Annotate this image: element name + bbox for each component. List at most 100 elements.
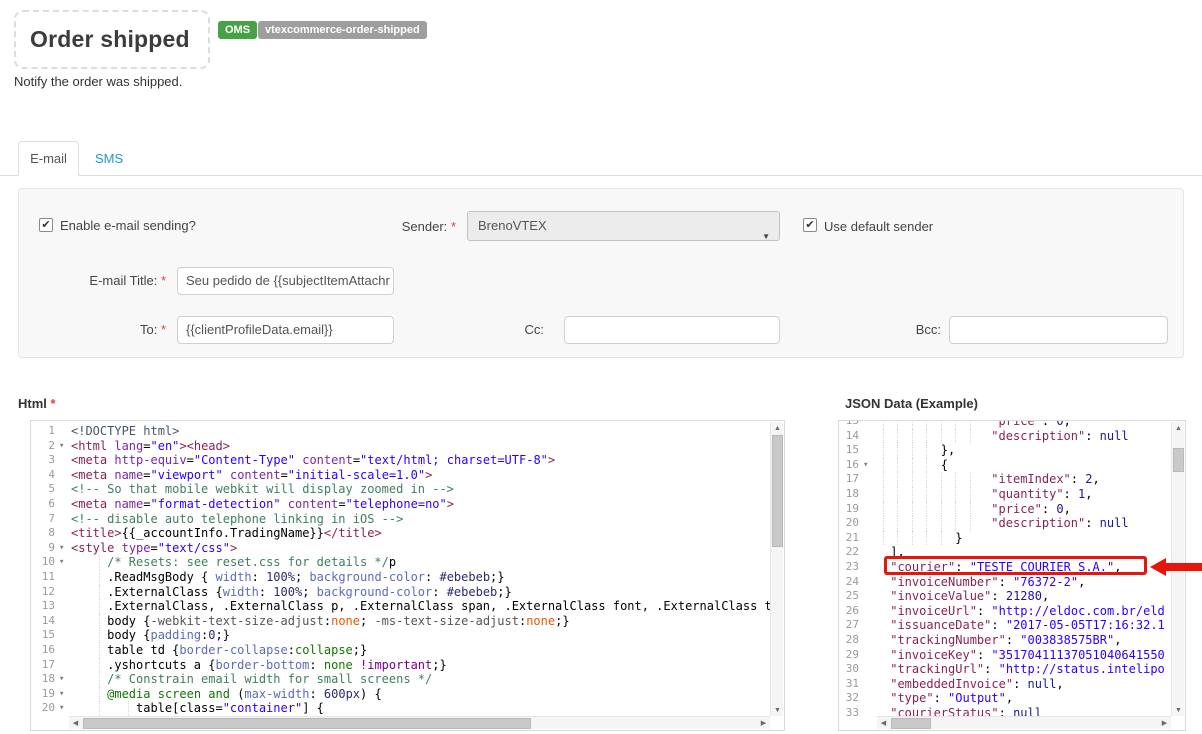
scroll-right-icon[interactable]: ▶ [757, 717, 770, 729]
arrow-head-icon [1150, 558, 1166, 576]
html-editor-code[interactable]: 1<!DOCTYPE html>2▾<html lang="en"><head>… [31, 421, 770, 716]
indent-guide [941, 516, 955, 531]
html-code-editor[interactable]: 1<!DOCTYPE html>2▾<html lang="en"><head>… [30, 420, 785, 731]
fold-arrow-icon[interactable]: ▾ [59, 541, 69, 556]
code-line: 32 "type": "Output", [839, 691, 1171, 706]
scroll-down-icon[interactable]: ▼ [771, 704, 784, 716]
enable-email-label: Enable e-mail sending? [60, 218, 196, 233]
scroll-right-icon[interactable]: ▶ [1158, 717, 1171, 729]
code-line: 7<!-- disable auto telephone linking in … [31, 512, 770, 527]
code-line: 24 "invoiceNumber": "76372-2", [839, 575, 1171, 590]
code-text: "itemIndex": 2, [875, 472, 1171, 487]
indent-guide [970, 429, 984, 444]
annotation-highlight-box [884, 556, 1147, 575]
indent-guide [970, 421, 984, 429]
indent-guide [955, 421, 969, 429]
indent-guide [970, 502, 984, 517]
code-line: 29 "invoiceKey": "3517041113705104064155… [839, 648, 1171, 663]
fold-gutter [863, 502, 875, 517]
page-title: Order shipped [16, 26, 190, 53]
line-number: 12 [31, 585, 59, 600]
line-number: 13 [839, 421, 863, 429]
line-number: 25 [839, 589, 863, 604]
code-text: <html lang="en"><head> [69, 439, 770, 454]
code-text: "invoiceValue": 21280, [875, 589, 1171, 604]
fold-gutter [863, 662, 875, 677]
scroll-left-icon[interactable]: ◀ [69, 717, 82, 729]
fold-arrow-icon[interactable]: ▾ [59, 701, 69, 716]
fold-gutter [863, 706, 875, 716]
json-editor-hscrollbar[interactable]: ◀ ▶ [877, 716, 1171, 729]
code-line: 33 "courierStatus": null [839, 706, 1171, 716]
code-line: 12 .ExternalClass {width: 100%; backgrou… [31, 585, 770, 600]
code-line: 19 "price": 0, [839, 502, 1171, 517]
code-text: <!DOCTYPE html> [69, 424, 770, 439]
line-number: 17 [839, 472, 863, 487]
scroll-up-icon[interactable]: ▲ [1172, 422, 1185, 434]
tab-email[interactable]: E-mail [18, 141, 79, 176]
indent-guide [100, 701, 129, 716]
indent-guide [955, 487, 969, 502]
code-text: body {padding:0;} [69, 628, 770, 643]
cc-input[interactable] [564, 316, 780, 344]
html-editor-hscrollbar[interactable]: ◀ ▶ [69, 716, 770, 729]
fold-arrow-icon[interactable]: ▾ [59, 555, 69, 570]
code-text: .ExternalClass, .ExternalClass p, .Exter… [69, 599, 770, 614]
fold-arrow-icon[interactable]: ▾ [863, 458, 875, 473]
oms-badge: OMS [218, 21, 257, 39]
indent-guide [897, 531, 911, 546]
code-line: 2▾<html lang="en"><head> [31, 439, 770, 454]
line-number: 6 [31, 497, 59, 512]
bcc-label: Bcc: [874, 322, 941, 337]
code-text: "invoiceNumber": "76372-2", [875, 575, 1171, 590]
fold-gutter [59, 643, 69, 658]
fold-arrow-icon[interactable]: ▾ [59, 687, 69, 702]
line-number: 17 [31, 658, 59, 673]
enable-email-checkbox[interactable]: ✔ [39, 218, 53, 232]
hscroll-thumb[interactable] [891, 718, 931, 729]
email-title-input[interactable]: Seu pedido de {{subjectItemAttachr [177, 267, 394, 295]
use-default-sender-checkbox[interactable]: ✔ [803, 218, 817, 232]
line-number: 29 [839, 648, 863, 663]
sender-selected-value: BrenoVTEX [478, 218, 547, 233]
indent-guide [71, 614, 100, 629]
indent-guide [926, 443, 940, 458]
indent-guide [71, 658, 100, 673]
fold-arrow-icon[interactable]: ▾ [59, 672, 69, 687]
indent-guide [883, 502, 897, 517]
indent-guide [71, 555, 100, 570]
vscroll-thumb[interactable] [772, 435, 783, 547]
line-number: 15 [839, 443, 863, 458]
sender-select[interactable]: BrenoVTEX ▼ [467, 211, 780, 241]
indent-guide [883, 421, 897, 429]
indent-guide [941, 421, 955, 429]
line-number: 3 [31, 453, 59, 468]
fold-gutter [59, 585, 69, 600]
code-text: "invoiceKey": "35170411137051040641550 [875, 648, 1171, 663]
tab-sms[interactable]: SMS [95, 141, 123, 175]
fold-gutter [59, 570, 69, 585]
fold-gutter [863, 531, 875, 546]
to-input[interactable]: {{clientProfileData.email}} [177, 316, 394, 344]
hscroll-thumb[interactable] [83, 718, 531, 729]
indent-guide [897, 421, 911, 429]
scroll-up-icon[interactable]: ▲ [771, 422, 784, 434]
fold-gutter [59, 526, 69, 541]
sender-label: Sender: * [361, 219, 456, 234]
indent-guide [926, 502, 940, 517]
line-number: 18 [31, 672, 59, 687]
indent-guide [955, 472, 969, 487]
indent-guide [970, 516, 984, 531]
fold-arrow-icon[interactable]: ▾ [59, 439, 69, 454]
indent-guide [912, 429, 926, 444]
code-line: 19▾ @media screen and (max-width: 600px)… [31, 687, 770, 702]
code-text: "price": 0, [875, 421, 1171, 429]
json-data-editor[interactable]: 13 "price": 0,14 "description": null15},… [838, 420, 1186, 731]
bcc-input[interactable] [949, 316, 1168, 344]
scroll-down-icon[interactable]: ▼ [1172, 704, 1185, 716]
vscroll-thumb[interactable] [1173, 448, 1184, 472]
line-number: 21 [839, 531, 863, 546]
html-editor-vscrollbar[interactable]: ▲ ▼ [770, 422, 783, 716]
scroll-left-icon[interactable]: ◀ [877, 717, 890, 729]
line-number: 8 [31, 526, 59, 541]
